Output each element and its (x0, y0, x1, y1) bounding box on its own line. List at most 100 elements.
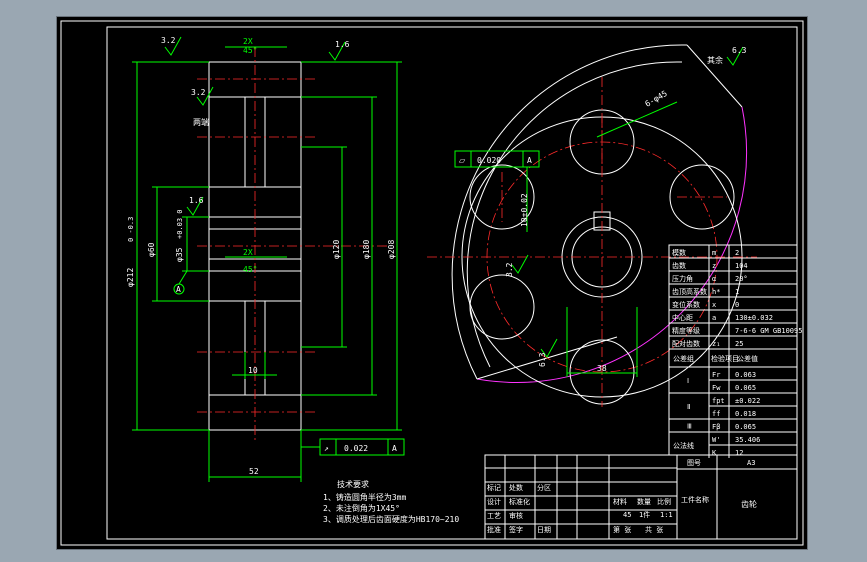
label-approve: 批准 (487, 525, 501, 534)
label-quantity: 数量 (637, 497, 651, 506)
dia-bore-tol: +0.03 0 (176, 209, 184, 239)
param-symbol: z₁ (712, 340, 720, 348)
total-label: 共 张 (645, 525, 663, 534)
rough-bottom: 6.3 (538, 352, 547, 367)
label-review: 审核 (509, 511, 523, 520)
keyway-dimension: 10±0.02 (520, 193, 529, 227)
label-sign: 签字 (509, 525, 523, 534)
label-mark: 标记 (487, 483, 501, 492)
label-design: 设计 (487, 497, 501, 506)
value-col-header: 公差值 (737, 354, 758, 363)
param-value: 25 (735, 340, 743, 348)
param-symbol: x (712, 301, 716, 309)
check-item: Fβ (712, 423, 720, 431)
notes-title: 技术要求 (337, 479, 369, 489)
param-name: 齿顶高系数 (672, 287, 707, 296)
bore-depth: 38 (597, 364, 607, 373)
part-name-label: 工件名称 (681, 495, 709, 504)
chamfer-mid-label: 2X (243, 248, 253, 257)
flatness-value: 0.020 (477, 156, 501, 165)
check-item: Fr (712, 371, 720, 379)
check-value: ±0.022 (735, 397, 760, 405)
label-scale: 比例 (657, 497, 671, 506)
group-col-header: 公差组 (673, 354, 694, 363)
scale-value: 1:1 (660, 511, 673, 519)
sheet-label: 第 张 (613, 525, 631, 534)
span-label: 公法线 (673, 441, 694, 450)
label-standard: 标准化 (509, 497, 530, 506)
rough-top-left: 3.2 (161, 36, 176, 45)
param-name: 模数 (672, 248, 686, 257)
material-value: 45 (623, 511, 631, 519)
cad-window: 2X 45° 2X 45° 3.2 1.6 3.2 两端 1.6 φ212 0 … (0, 0, 867, 562)
drawing-number: A3 (747, 459, 755, 467)
runout-value: 0.022 (344, 444, 368, 453)
param-name: 精度等级 (672, 326, 700, 335)
param-name: 配对齿数 (672, 339, 700, 348)
span-k-value: 12 (735, 449, 743, 457)
runout-ref: A (392, 444, 397, 453)
rough-side: 3.2 (191, 88, 206, 97)
param-name: 中心距 (672, 313, 693, 322)
item-col-header: 检验项目 (711, 354, 739, 363)
label-count: 处数 (509, 483, 523, 492)
param-value: 0 (735, 301, 739, 309)
drawing-canvas[interactable]: 2X 45° 2X 45° 3.2 1.6 3.2 两端 1.6 φ212 0 … (56, 16, 808, 550)
side-note: 两端 (193, 117, 209, 127)
param-value: 7-6-6 GM GB10095 (735, 327, 802, 335)
technical-notes: 技术要求 1、铸造圆角半径为3mm 2、未注倒角为1X45° 3、调质处理后齿面… (323, 479, 459, 524)
dia-120: φ120 (332, 240, 341, 259)
check-value: 0.065 (735, 384, 756, 392)
dia-208: φ208 (387, 240, 396, 259)
param-symbol: h* (712, 288, 720, 296)
param-symbol: a (712, 314, 716, 322)
datum-label: A (176, 285, 181, 294)
check-value: 0.063 (735, 371, 756, 379)
param-name: 压力角 (672, 274, 693, 283)
label-craft: 工艺 (487, 512, 501, 520)
dia-bore: φ35 (175, 247, 184, 262)
span-k-symbol: K (712, 449, 717, 457)
dia-180: φ180 (362, 240, 371, 259)
param-symbol: z (712, 262, 716, 270)
tolerance-group: Ⅰ (687, 377, 689, 385)
param-name: 变位系数 (672, 300, 700, 309)
web-thickness: 10 (248, 366, 258, 375)
param-value: 104 (735, 262, 748, 270)
span-value: 35.406 (735, 436, 760, 444)
label-material: 材料 (613, 497, 627, 506)
gear-width: 52 (249, 467, 259, 476)
rough-bore: 1.6 (189, 196, 204, 205)
rough-keyway: 3.2 (505, 262, 514, 277)
check-item: ff (712, 410, 720, 418)
param-name: 齿数 (672, 261, 686, 270)
drawing-number-label: 图号 (687, 459, 701, 467)
rest-roughness: 6.3 (732, 46, 747, 55)
param-value: 1 (735, 288, 739, 296)
holes-callout: 6-φ45 (644, 89, 670, 109)
check-value: 0.065 (735, 423, 756, 431)
gear-drawing: 2X 45° 2X 45° 3.2 1.6 3.2 两端 1.6 φ212 0 … (60, 20, 804, 546)
flatness-symbol: ⏥ (459, 156, 466, 165)
dia-tip: φ212 (126, 268, 135, 287)
note-line-2: 2、未注倒角为1X45° (323, 503, 400, 513)
note-line-3: 3、调质处理后齿面硬度为HB170~210 (323, 514, 459, 524)
note-line-1: 1、铸造圆角半径为3mm (323, 492, 406, 502)
quantity-value: 1件 (639, 510, 650, 519)
param-value: 130±0.032 (735, 314, 773, 322)
chamfer-mid-angle: 45° (243, 265, 257, 274)
part-name: 齿轮 (741, 499, 757, 509)
param-symbol: α (712, 275, 716, 283)
param-symbol: m (712, 249, 716, 257)
span-symbol: W' (712, 436, 720, 444)
check-item: fpt (712, 397, 725, 405)
title-block: 标记 处数 分区设计 标准化工艺 审核批准 日期 签字 材料 45 数量 1件比例 1:1 第 张 共 张… (484, 454, 798, 540)
rough-top-right: 1.6 (335, 40, 350, 49)
check-value: 0.018 (735, 410, 756, 418)
flatness-ref: A (527, 156, 532, 165)
parameter-table: 模数 m 2 齿数 z 104 压力角 α 20° 齿顶高系数 h* 1 变位系数 x 0 中心距 a 130±0… (668, 244, 802, 458)
dia-tip-tol: 0 -0.3 (127, 217, 135, 242)
tolerance-group: Ⅱ (687, 403, 690, 411)
label-date: 日期 (537, 526, 551, 534)
section-view: 2X 45° 2X 45° 3.2 1.6 3.2 两端 1.6 φ212 0 … (126, 36, 405, 482)
